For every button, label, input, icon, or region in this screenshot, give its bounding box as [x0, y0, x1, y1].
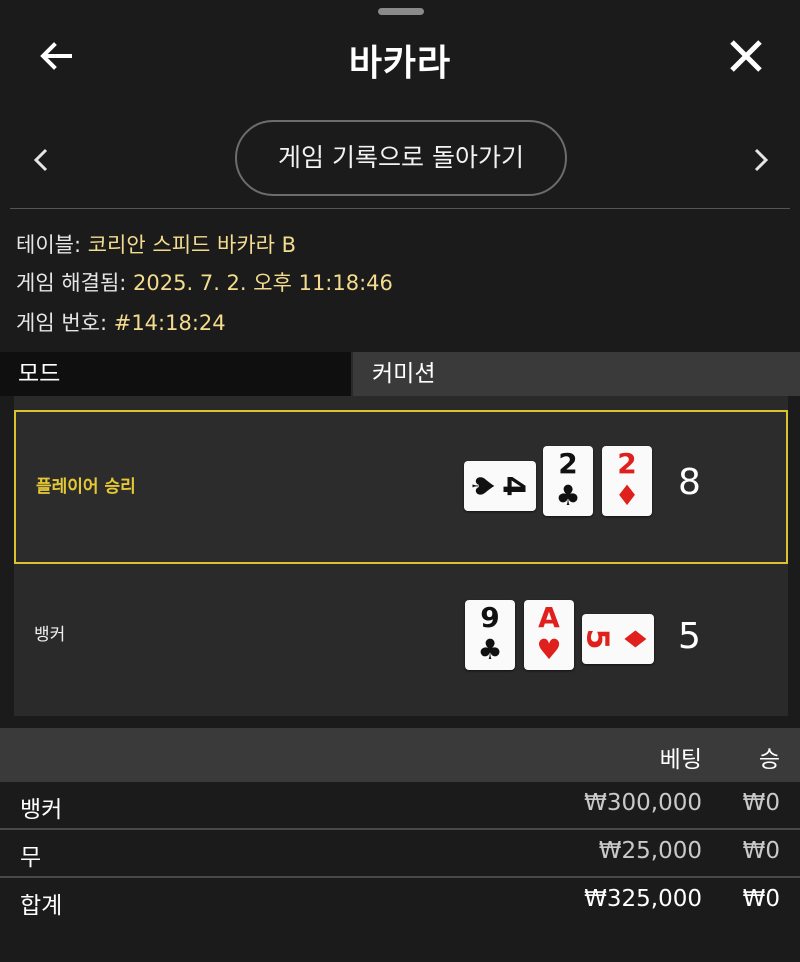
total-bet: ₩325,000	[584, 886, 702, 912]
banker-card-3: 5 ♦	[579, 614, 654, 664]
club-icon: ♣	[555, 479, 581, 512]
heart-icon: ♥	[536, 633, 562, 666]
table-row: 뱅커 ₩300,000 ₩0	[0, 782, 800, 828]
total-label: 합계	[20, 893, 63, 919]
return-to-history-button[interactable]: 게임 기록으로 돌아가기	[235, 120, 567, 196]
player-card-2: 2 ♣	[543, 446, 593, 516]
chevron-left-icon	[33, 148, 48, 172]
game-number-info: 게임 번호: #14:18:24	[16, 307, 226, 337]
card-rank: A	[538, 601, 560, 634]
banker-card-2: A ♥	[524, 600, 574, 670]
close-icon	[730, 40, 762, 72]
banker-label: 뱅커	[34, 625, 66, 645]
total-row: 합계 ₩325,000 ₩0	[0, 878, 800, 924]
bets-table-header: 베팅 승	[0, 728, 800, 782]
close-button[interactable]	[724, 36, 768, 76]
chevron-right-icon	[754, 148, 769, 172]
player-score: 8	[678, 462, 701, 503]
page-title: 바카라	[348, 43, 452, 84]
resolved-info: 게임 해결됨: 2025. 7. 2. 오후 11:18:46	[16, 267, 393, 297]
mode-value: 커미션	[372, 361, 436, 387]
table-label: 테이블:	[16, 233, 82, 257]
card-rank: 2	[617, 447, 637, 480]
game-number-label: 게임 번호:	[16, 311, 108, 335]
total-win: ₩0	[742, 886, 780, 912]
previous-game-button[interactable]	[30, 146, 54, 174]
next-game-button[interactable]	[748, 146, 772, 174]
club-icon: ♣	[477, 633, 503, 666]
card-rank: 4	[495, 475, 531, 497]
player-card-1: ♠ 4	[464, 461, 536, 511]
column-bet: 베팅	[659, 747, 702, 773]
table-row: 무 ₩25,000 ₩0	[0, 830, 800, 876]
bet-amount: ₩25,000	[598, 838, 702, 864]
resolved-label: 게임 해결됨:	[16, 271, 127, 295]
mode-label: 모드	[0, 352, 353, 396]
divider	[10, 208, 790, 209]
diamond-icon: ♦	[616, 625, 652, 653]
diamond-icon: ♦	[614, 479, 640, 512]
bet-type: 뱅커	[20, 797, 63, 823]
table-value: 코리안 스피드 바카라 B	[87, 233, 297, 257]
table-info: 테이블: 코리안 스피드 바카라 B	[16, 229, 296, 259]
bet-amount: ₩300,000	[584, 790, 702, 816]
banker-card-1: 9 ♣	[465, 600, 515, 670]
history-nav: 게임 기록으로 돌아가기	[0, 112, 800, 208]
column-win: 승	[758, 747, 780, 773]
bet-type: 무	[20, 845, 42, 871]
card-rank: 5	[579, 628, 615, 650]
player-result-label: 플레이어 승리	[36, 477, 136, 497]
resolved-value: 2025. 7. 2. 오후 11:18:46	[133, 271, 393, 295]
header: 바카라	[0, 0, 800, 112]
mode-bar: 모드 커미션	[0, 352, 800, 396]
card-rank: 9	[480, 601, 500, 634]
banker-score: 5	[678, 616, 701, 657]
player-hand: 플레이어 승리	[14, 410, 788, 564]
player-card-3: 2 ♦	[602, 446, 652, 516]
win-amount: ₩0	[742, 790, 780, 816]
card-rank: 2	[558, 447, 578, 480]
game-number-value: #14:18:24	[113, 311, 226, 335]
win-amount: ₩0	[742, 838, 780, 864]
